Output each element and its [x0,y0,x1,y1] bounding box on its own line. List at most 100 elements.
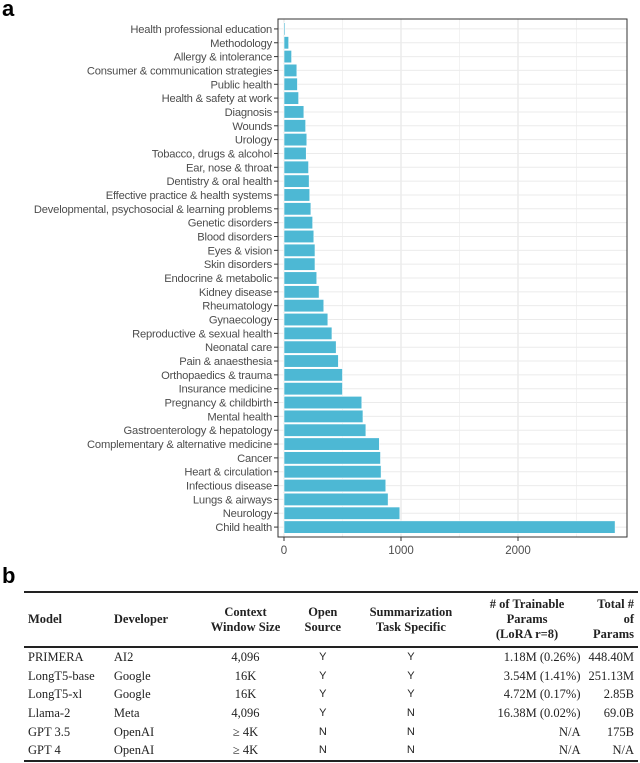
table-row: Llama-2 Meta 4,096 Y N 16.38M (0.02%) 69.0B [24,704,638,723]
bar [283,423,367,437]
header-trainable-params: # of Trainable Params (LoRA r=8) [489,597,565,641]
header-open-source: Open Source [304,604,342,634]
bar [283,229,315,244]
table-header-row: Model Developer Context Window Size Open S… [24,592,638,647]
y-tick-label: Allergy & intolerance [174,52,272,64]
y-tick-label: Orthopaedics & trauma [161,370,273,382]
bar [283,451,381,465]
y-tick-label: Complementary & alternative medicine [87,439,272,451]
bar [283,77,298,91]
bar [283,36,289,50]
y-tick-label: Methodology [210,38,272,50]
cell-open-source: N [318,725,327,738]
bar [283,257,316,271]
y-tick-label: Endocrine & metabolic [164,273,272,285]
bar [283,354,339,368]
table-row: GPT 4 OpenAI ≥ 4K N N N/A N/A [24,741,638,761]
y-tick-label: Pregnancy & childbirth [164,398,272,410]
cell-trainable-params: 16.38M (0.02%) [497,706,581,721]
cell-trainable-params: 4.72M (0.17%) [503,687,581,702]
cell-total-params: 448.40M [588,650,635,665]
y-tick-label: Reproductive & sexual health [132,328,272,340]
bar [283,160,309,174]
cell-summarization: N [406,744,415,757]
y-tick-label: Cancer [237,453,272,465]
y-tick-label: Effective practice & health systems [106,190,273,202]
cell-context-window: ≥ 4K [232,743,259,758]
cell-trainable-params: N/A [558,743,581,758]
bar [283,50,292,64]
cell-summarization: Y [407,651,415,664]
cell-model: LongT5-xl [28,687,83,702]
cell-open-source: Y [319,669,327,682]
cell-total-params: N/A [612,743,634,758]
header-developer: Developer [113,612,169,626]
cell-model: Llama-2 [28,706,71,721]
y-tick-label: Mental health [207,411,272,423]
y-tick-label: Diagnosis [225,107,273,119]
bar [283,119,306,133]
cell-summarization: N [406,725,415,738]
bar-chart: Health professional education Methodology… [34,18,628,557]
bar [283,520,616,534]
bar [283,271,318,285]
cell-developer: Meta [113,706,140,721]
x-tick-label: 1000 [388,545,414,557]
bar [283,479,387,493]
cell-summarization: Y [407,688,415,701]
cell-open-source: Y [319,688,327,701]
y-tick-label: Health & safety at work [162,93,273,105]
cell-developer: Google [113,687,151,702]
y-tick-label: Child health [215,522,272,534]
y-tick-label: Tobacco, drugs & alcohol [152,148,272,160]
bar [283,243,316,257]
y-tick-label: Lungs & airways [193,494,273,506]
cell-open-source: N [318,744,327,757]
y-tick-label: Gastroenterology & hepatology [124,425,273,437]
panel-label-b: b [2,563,16,588]
y-tick-label: Dentistry & oral health [167,176,272,188]
y-tick-label: Ear, nose & throat [186,162,273,174]
bar [283,409,364,423]
bar [283,326,333,340]
bar [283,146,307,160]
cell-context-window: 16K [234,668,257,683]
bar [283,437,380,451]
y-tick-label: Eyes & vision [207,245,272,257]
cell-model: LongT5-base [28,668,95,683]
bar [283,396,363,410]
bar [283,174,310,188]
cell-context-window: 4,096 [231,650,260,665]
y-tick-label: Pain & anaesthesia [179,356,273,368]
bar [283,492,389,506]
cell-trainable-params: 3.54M (1.41%) [503,668,581,683]
cell-open-source: Y [319,707,327,720]
cell-developer: AI2 [113,650,134,665]
cell-trainable-params: 1.18M (0.26%) [503,650,581,665]
x-tick-label: 2000 [505,545,531,557]
bar [283,91,299,105]
x-tick-label: 0 [281,545,287,557]
y-tick-label: Health professional education [130,24,272,36]
bar [283,368,343,382]
y-tick-label: Gynaecology [209,315,273,327]
y-tick-label: Infectious disease [186,481,272,493]
cell-model: GPT 3.5 [28,724,71,739]
y-tick-label: Urology [235,135,273,147]
x-axis: 0 1000 2000 [281,537,531,557]
y-tick-label: Genetic disorders [188,218,273,230]
bar [283,506,401,520]
y-tick-label: Heart & circulation [184,467,272,479]
bar [283,382,343,396]
cell-total-params: 2.85B [603,687,634,702]
table-row: LongT5-xl Google 16K Y Y 4.72M (0.17%) 2.85B [24,685,638,704]
bar [283,202,312,216]
cell-developer: OpenAI [113,743,155,758]
y-tick-label: Neurology [223,508,273,520]
cell-developer: OpenAI [113,724,155,739]
y-tick-label: Public health [211,79,272,91]
y-tick-label: Kidney disease [199,287,272,299]
table-row: GPT 3.5 OpenAI ≥ 4K N N N/A 175B [24,722,638,741]
header-summarization: Summarization Task Specific [369,604,453,634]
model-comparison-table: Model Developer Context Window Size Open S… [24,591,638,762]
